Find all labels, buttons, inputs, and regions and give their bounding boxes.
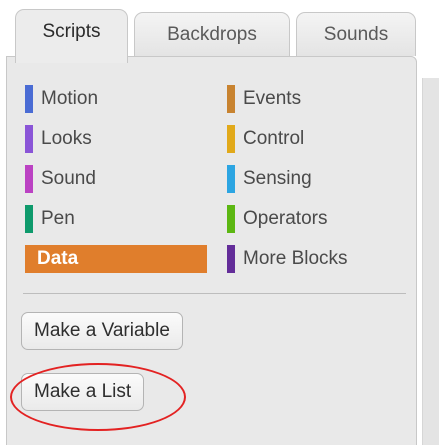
category-label: Data [37,248,79,269]
category-label: Motion [41,88,99,109]
operators-color-swatch [227,205,235,233]
category-control[interactable]: Control [227,125,407,153]
tab-backdrops[interactable]: Backdrops [134,12,290,56]
highlight-circle [10,363,186,431]
category-looks[interactable]: Looks [25,125,205,153]
category-label: Events [243,88,302,109]
events-color-swatch [227,85,235,113]
category-label: Sound [41,168,96,189]
category-motion[interactable]: Motion [25,85,205,113]
palette-divider [23,293,406,294]
category-pen[interactable]: Pen [25,205,205,233]
category-more-blocks[interactable]: More Blocks [227,245,407,273]
category-label: Pen [41,208,75,229]
control-color-swatch [227,125,235,153]
pen-color-swatch [25,205,33,233]
looks-color-swatch [25,125,33,153]
category-label: More Blocks [243,248,348,269]
category-label: Looks [41,128,92,149]
category-events[interactable]: Events [227,85,407,113]
category-sensing[interactable]: Sensing [227,165,407,193]
category-operators[interactable]: Operators [227,205,407,233]
make-a-variable-button[interactable]: Make a Variable [21,312,183,350]
tab-sounds[interactable]: Sounds [296,12,416,56]
category-label: Sensing [243,168,312,189]
scratch-editor-palette: Scripts Backdrops Sounds Motion Looks So… [0,0,439,445]
category-label: Control [243,128,305,149]
tab-scripts[interactable]: Scripts [15,9,128,63]
category-data[interactable]: Data [25,245,207,273]
sound-color-swatch [25,165,33,193]
motion-color-swatch [25,85,33,113]
sensing-color-swatch [227,165,235,193]
scripts-area-edge [422,78,439,445]
more-blocks-color-swatch [227,245,235,273]
category-sound[interactable]: Sound [25,165,205,193]
category-label: Operators [243,208,328,229]
